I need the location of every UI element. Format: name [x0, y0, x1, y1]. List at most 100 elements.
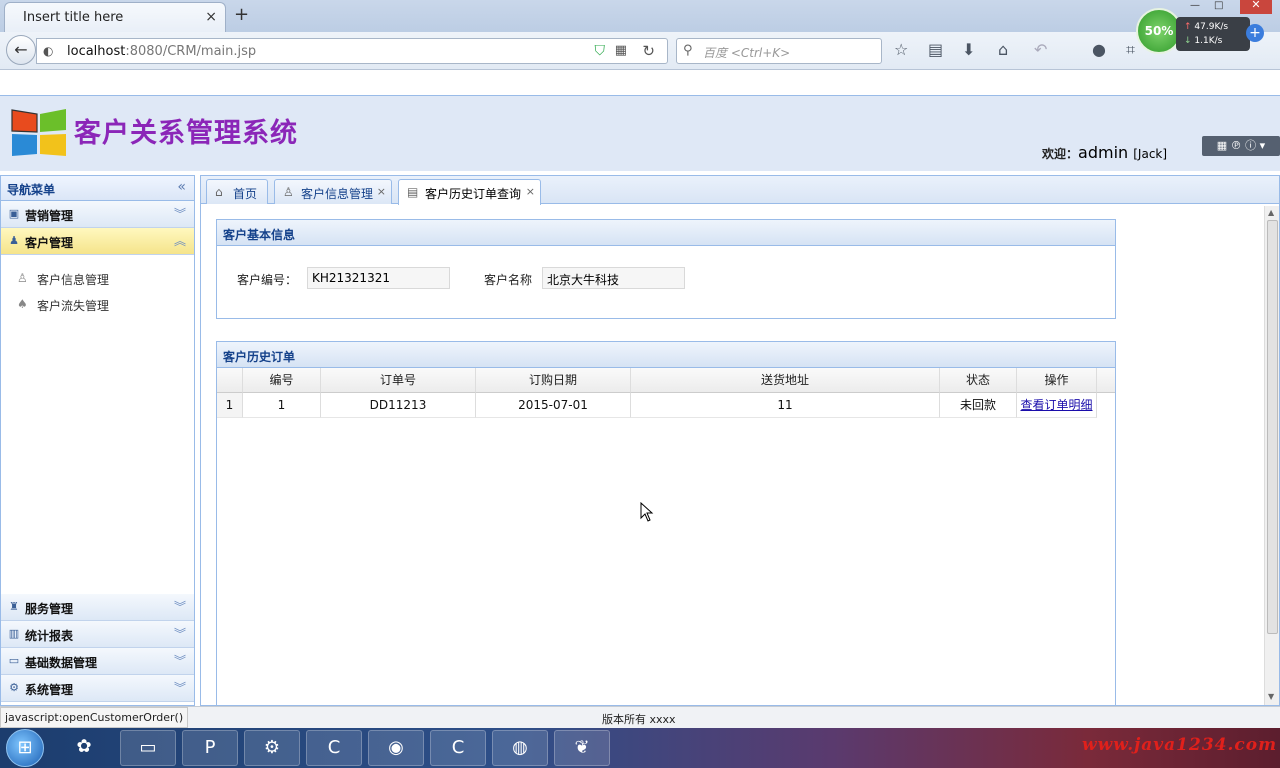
url-bar[interactable]: ◐ localhost:8080/CRM/main.jsp ⛉ ▦ ↻	[36, 38, 668, 64]
nav-title: 导航菜单	[7, 183, 56, 197]
chrome-icon[interactable]: ◉	[368, 730, 424, 766]
tab-home[interactable]: ⌂ 首页	[206, 179, 268, 204]
browser-tab-title: Insert title here	[23, 10, 124, 25]
view-order-detail-link[interactable]: 查看订单明细	[1020, 398, 1092, 412]
row-number-header	[217, 368, 243, 393]
header-filler	[1097, 368, 1115, 393]
nav-section-label: 客户管理	[25, 236, 74, 250]
customer-name-field[interactable]: 北京大牛科技	[542, 267, 685, 289]
camtasia-icon[interactable]: C	[306, 730, 362, 766]
nav-section-basic-data[interactable]: ▭ 基础数据管理 ︾	[1, 648, 194, 675]
camtasia-recorder-icon[interactable]: C	[430, 730, 486, 766]
status-url: javascript:openCustomerOrder()	[0, 707, 189, 728]
pinwheel-app-icon[interactable]: ✿	[56, 730, 112, 766]
chevron-down-icon: ︾	[173, 654, 186, 668]
net-speed-panel: ↑ 47.9K/s ↓ 1.1K/s	[1176, 17, 1250, 51]
column-header[interactable]: 状态	[940, 368, 1017, 393]
scroll-up-icon[interactable]: ▲	[1268, 208, 1274, 217]
home-icon[interactable]: ⌂	[998, 40, 1008, 59]
browser-tab[interactable]: Insert title here ×	[4, 2, 226, 32]
nav-section-service[interactable]: ♜ 服务管理 ︾	[1, 594, 194, 621]
table-cell: 查看订单明细	[1017, 393, 1097, 418]
network-speed-widget: 50% ↑ 47.9K/s ↓ 1.1K/s +	[1136, 8, 1264, 54]
nav-item-label: 客户信息管理	[37, 273, 110, 287]
panel-header: 客户历史订单	[217, 342, 1115, 368]
column-header[interactable]: 送货地址	[631, 368, 940, 393]
tab-customer-info[interactable]: ♙ 客户信息管理 ×	[274, 179, 392, 204]
customer-name-label: 客户名称	[484, 273, 533, 287]
table-cell[interactable]: 未回款	[940, 393, 1017, 418]
table-cell[interactable]: DD11213	[321, 393, 476, 418]
undo-icon[interactable]: ↶	[1034, 40, 1047, 59]
vertical-scrollbar[interactable]: ▲ ▼	[1264, 206, 1279, 705]
nav-section-label: 统计报表	[25, 629, 74, 643]
close-icon[interactable]: ×	[377, 185, 386, 198]
nav-section-label: 营销管理	[25, 209, 74, 223]
bookmark-star-icon[interactable]: ☆	[894, 40, 908, 59]
table-cell[interactable]: 11	[631, 393, 940, 418]
table-cell[interactable]: 1	[243, 393, 321, 418]
nav-item-customer-loss[interactable]: ♠ 客户流失管理	[15, 294, 185, 316]
service-icon: ♜	[9, 600, 19, 613]
copyright-text: 版本所有 xxxx	[602, 713, 676, 726]
shield-icon[interactable]: ⛉	[595, 43, 606, 59]
column-header[interactable]: 订单号	[321, 368, 476, 393]
chat-icon[interactable]: ●	[1092, 40, 1106, 59]
firefox-icon[interactable]: ◍	[492, 730, 548, 766]
tab-label: 首页	[233, 187, 258, 201]
customer-no-field[interactable]: KH21321321	[307, 267, 450, 289]
nav-section-customer[interactable]: ♟ 客户管理 ︽	[1, 228, 194, 255]
reload-icon[interactable]: ↻	[642, 42, 655, 60]
search-icon: ⚲	[683, 43, 693, 58]
crop-icon[interactable]: ⌗	[1126, 40, 1135, 60]
scrollbar-thumb[interactable]	[1267, 220, 1278, 634]
column-header[interactable]: 操作	[1017, 368, 1097, 393]
plus-icon[interactable]: +	[1246, 24, 1264, 42]
marketing-icon: ▣	[8, 207, 20, 220]
mouse-cursor-icon	[640, 502, 654, 522]
tab-label: 客户信息管理	[301, 187, 374, 201]
chevron-down-icon: ︾	[173, 207, 186, 221]
new-tab-button[interactable]: +	[234, 4, 249, 25]
tab-label: 客户历史订单查询	[425, 187, 522, 201]
java-ee-ide-icon[interactable]: ⚙	[244, 730, 300, 766]
presentation-app-icon[interactable]: P	[182, 730, 238, 766]
watermark: www.java1234.com	[1082, 735, 1278, 755]
scroll-down-icon[interactable]: ▼	[1268, 692, 1274, 701]
close-icon[interactable]: ×	[526, 185, 535, 198]
download-speed: 1.1K/s	[1194, 36, 1223, 46]
explorer-icon[interactable]: ▭	[120, 730, 176, 766]
ime-toolbar[interactable]: ▦ ℗ ⓘ ▾	[1202, 136, 1280, 156]
tab-order-history[interactable]: ▤ 客户历史订单查询 ×	[398, 179, 541, 205]
order-history-icon: ▤	[407, 185, 419, 199]
qr-code-icon[interactable]: ▦	[615, 43, 627, 58]
globe-icon: ◐	[43, 44, 54, 58]
table-cell[interactable]: 2015-07-01	[476, 393, 631, 418]
url-text[interactable]: localhost:8080/CRM/main.jsp	[67, 44, 256, 59]
search-bar[interactable]: ⚲ 百度 <Ctrl+K>	[676, 38, 882, 64]
column-header[interactable]: 订购日期	[476, 368, 631, 393]
start-button[interactable]: ⊞	[6, 729, 44, 767]
browser-tab-close-icon[interactable]: ×	[205, 9, 217, 25]
reading-list-icon[interactable]: ▤	[928, 40, 943, 59]
column-header[interactable]: 编号	[243, 368, 321, 393]
nav-section-report[interactable]: ▥ 统计报表 ︾	[1, 621, 194, 648]
customer-icon: ♟	[9, 234, 19, 247]
nav-section-system[interactable]: ⚙ 系统管理 ︾	[1, 675, 194, 702]
collapse-left-icon[interactable]: «	[177, 179, 186, 195]
back-button[interactable]: ←	[6, 35, 36, 65]
app-header: 客户关系管理系统 欢迎：admin [Jack] ▦ ℗ ⓘ ▾	[0, 95, 1280, 171]
panel-title: 客户基本信息	[223, 228, 296, 242]
panel-header: 客户基本信息	[217, 220, 1115, 246]
report-icon: ▥	[8, 627, 20, 640]
nav-item-customer-info[interactable]: ♙ 客户信息管理	[15, 268, 185, 290]
browser-tabbar: Insert title here × + — □ ✕	[0, 0, 1280, 32]
customer-no-label: 客户编号：	[237, 273, 298, 287]
customer-orders-panel: 客户历史订单 编号 订单号 订购日期 送货地址 状态 操作 1 1 DD1121…	[216, 341, 1116, 707]
app-icon[interactable]: ❦	[554, 730, 610, 766]
nav-section-marketing[interactable]: ▣ 营销管理 ︾	[1, 201, 194, 228]
username: admin	[1078, 143, 1129, 162]
logo-icon	[11, 109, 66, 156]
download-icon[interactable]: ⬇	[962, 40, 975, 59]
row-number: 1	[217, 393, 243, 418]
